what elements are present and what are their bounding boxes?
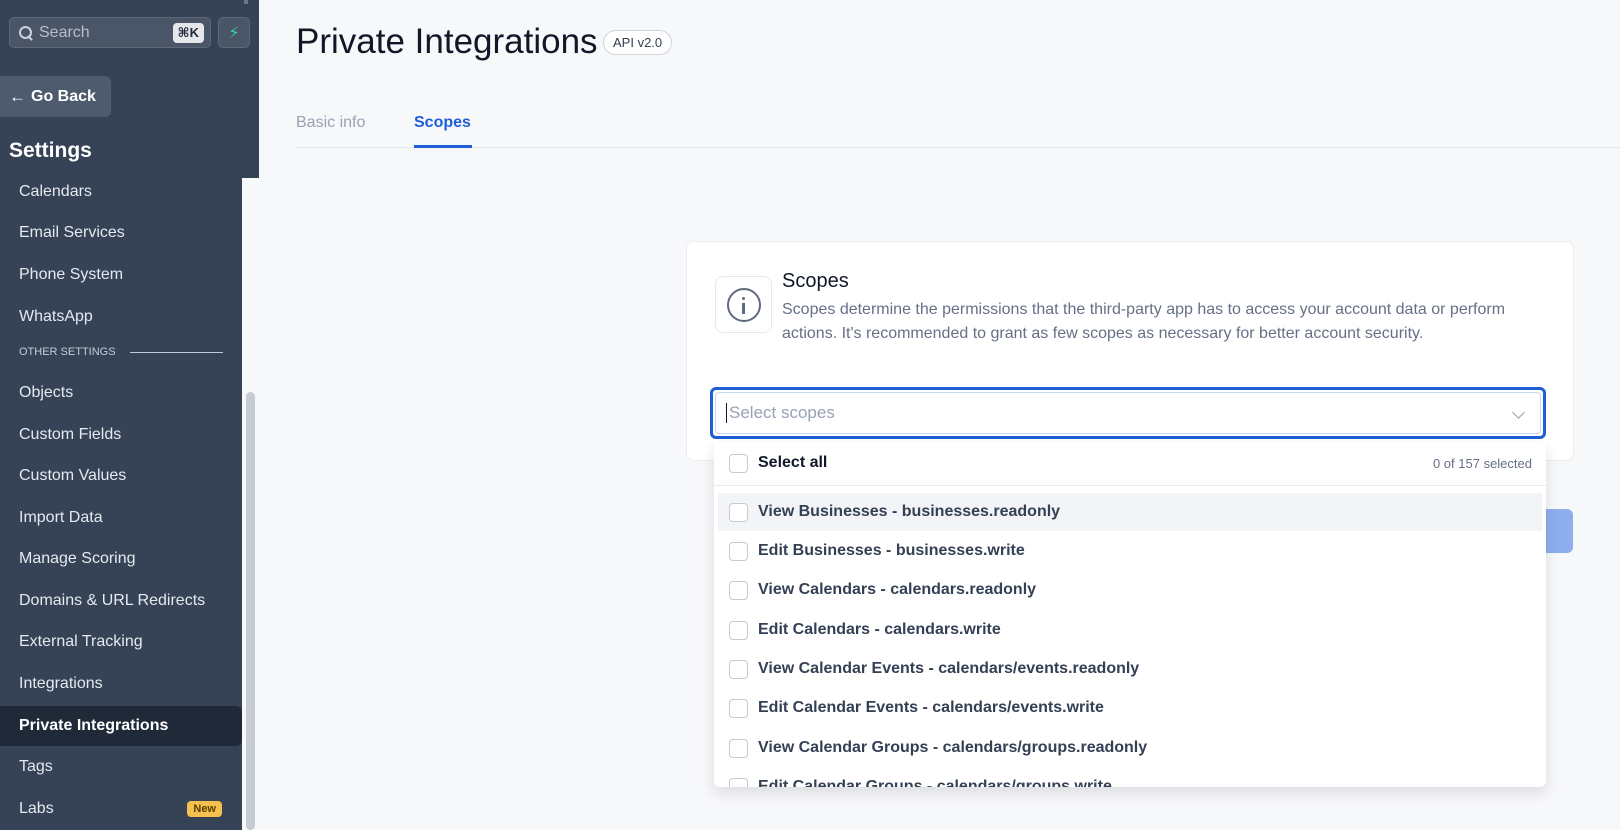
go-back-button[interactable]: ← Go Back [0, 76, 111, 117]
quick-actions-button[interactable]: ⚡︎ [218, 17, 250, 48]
section-label-other-settings: OTHER SETTINGS [19, 346, 116, 358]
scope-option-label: View Calendars - calendars.readonly [758, 581, 1037, 598]
go-back-label: Go Back [31, 87, 96, 105]
settings-nav: Calendars Email Services Phone System Wh… [0, 172, 242, 830]
active-tab-indicator [414, 145, 472, 148]
sidebar-item-import-data[interactable]: Import Data [0, 498, 242, 538]
scope-option-checkbox[interactable] [729, 739, 748, 758]
select-inner-border [715, 392, 1541, 434]
scope-option-checkbox[interactable] [729, 503, 748, 522]
sidebar-item-label: WhatsApp [19, 308, 93, 325]
tab-scopes[interactable]: Scopes [414, 114, 471, 132]
sidebar-item-whatsapp[interactable]: WhatsApp [0, 297, 242, 337]
sidebar-item-integrations[interactable]: Integrations [0, 664, 242, 704]
scopes-select-input[interactable]: Select scopes [710, 387, 1546, 439]
sidebar-item-label: Tags [19, 758, 53, 775]
page-title: Private Integrations [296, 22, 598, 61]
sidebar-item-label: Custom Values [19, 467, 127, 484]
sidebar-item-phone-system[interactable]: Phone System [0, 255, 242, 295]
search-icon [18, 25, 34, 41]
scope-option[interactable]: Edit Calendars - calendars.write [718, 611, 1542, 649]
scope-option-label: Edit Calendar Groups - calendars/groups.… [758, 778, 1112, 787]
scope-option-checkbox[interactable] [729, 621, 748, 640]
scope-option[interactable]: Edit Calendar Groups - calendars/groups.… [718, 768, 1542, 787]
sidebar-item-label: Integrations [19, 675, 103, 692]
sidebar-item-custom-fields[interactable]: Custom Fields [0, 415, 242, 455]
sidebar-scrollbar-thumb[interactable] [246, 392, 255, 830]
sidebar-item-label: Email Services [19, 224, 125, 241]
lightning-bolt-icon: ⚡︎ [228, 24, 240, 42]
sidebar-item-label: Calendars [19, 183, 92, 200]
sidebar-item-objects[interactable]: Objects [0, 373, 242, 413]
api-version-badge: API v2.0 [603, 30, 673, 55]
scope-option-label: View Businesses - businesses.readonly [758, 503, 1061, 520]
scope-option-label: Edit Calendars - calendars.write [758, 621, 1001, 638]
settings-title: Settings [9, 139, 92, 162]
sidebar-item-custom-values[interactable]: Custom Values [0, 456, 242, 496]
text-cursor [726, 403, 727, 423]
sidebar-item-label: Labs [19, 800, 54, 817]
sidebar: Search ⌘K ⚡︎ ← Go Back Settings Calendar… [0, 0, 259, 830]
scopes-select-placeholder: Select scopes [729, 403, 835, 422]
sidebar-item-tags[interactable]: Tags [0, 747, 242, 787]
search-shortcut-badge: ⌘K [172, 22, 204, 43]
sidebar-item-label: Domains & URL Redirects [19, 592, 206, 609]
sidebar-item-manage-scoring[interactable]: Manage Scoring [0, 539, 242, 579]
search-input[interactable]: Search ⌘K [9, 17, 211, 48]
sidebar-item-label: Objects [19, 384, 74, 401]
arrow-left-icon: ← [9, 86, 26, 106]
sidebar-item-label: Import Data [19, 509, 103, 526]
scope-option[interactable]: View Calendars - calendars.readonly [718, 571, 1542, 609]
search-placeholder: Search [39, 23, 90, 41]
scope-option-checkbox[interactable] [729, 699, 748, 718]
scope-option[interactable]: Edit Calendar Events - calendars/events.… [718, 689, 1542, 727]
scope-option[interactable]: View Businesses - businesses.readonly [718, 493, 1542, 531]
scope-option-label: Edit Businesses - businesses.write [758, 542, 1025, 559]
scope-option[interactable]: View Calendar Groups - calendars/groups.… [718, 729, 1542, 767]
select-all-checkbox[interactable] [729, 454, 748, 473]
scope-option-checkbox[interactable] [729, 778, 748, 787]
sidebar-scrollbar-top [244, 0, 248, 4]
section-divider [130, 352, 223, 353]
tab-basic-info[interactable]: Basic info [296, 114, 365, 132]
select-all-label: Select all [758, 454, 828, 471]
info-icon [726, 287, 761, 322]
scope-option-checkbox[interactable] [729, 660, 748, 679]
sidebar-item-label: Custom Fields [19, 426, 122, 443]
scope-option-label: Edit Calendar Events - calendars/events.… [758, 699, 1104, 716]
sidebar-item-label: Phone System [19, 266, 124, 283]
sidebar-item-labs[interactable]: Labs New [0, 789, 242, 829]
sidebar-item-label: Private Integrations [19, 717, 169, 734]
tab-bar: Basic info Scopes [296, 100, 1620, 148]
selected-count: 0 of 157 selected [1432, 456, 1532, 471]
scope-option-checkbox[interactable] [729, 542, 748, 561]
sidebar-item-private-integrations[interactable]: Private Integrations [0, 706, 242, 746]
info-icon-container [715, 276, 772, 333]
scope-option-checkbox[interactable] [729, 581, 748, 600]
scope-option-label: View Calendar Groups - calendars/groups.… [758, 739, 1148, 756]
sidebar-item-calendars[interactable]: Calendars [0, 172, 242, 212]
sidebar-item-label: Manage Scoring [19, 550, 136, 567]
sidebar-item-email-services[interactable]: Email Services [0, 213, 242, 253]
scope-option[interactable]: Edit Businesses - businesses.write [718, 532, 1542, 570]
select-all-row[interactable]: Select all 0 of 157 selected [714, 442, 1546, 486]
new-badge: New [187, 801, 222, 817]
scopes-card-title: Scopes [782, 270, 849, 292]
scope-option[interactable]: View Calendar Events - calendars/events.… [718, 650, 1542, 688]
sidebar-item-label: External Tracking [19, 633, 143, 650]
sidebar-item-external-tracking[interactable]: External Tracking [0, 622, 242, 662]
scopes-dropdown: Select all 0 of 157 selected View Busine… [714, 442, 1546, 787]
scope-option-label: View Calendar Events - calendars/events.… [758, 660, 1140, 677]
scopes-card-description: Scopes determine the permissions that th… [782, 301, 1506, 342]
sidebar-item-domains-url-redirects[interactable]: Domains & URL Redirects [0, 581, 242, 621]
chevron-down-icon[interactable] [1512, 406, 1525, 419]
